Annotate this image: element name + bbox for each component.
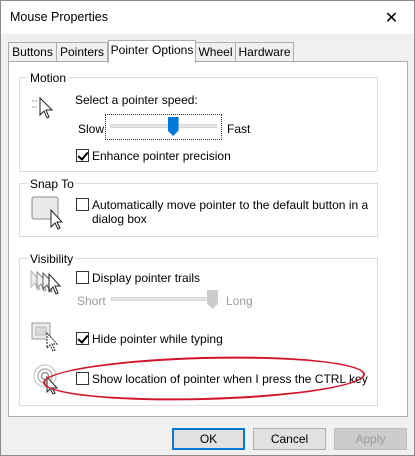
auto-move-pointer-checkbox[interactable] [76,198,89,211]
ok-button[interactable]: OK [172,428,245,450]
pointer-trails-label: Display pointer trails [92,271,201,285]
apply-button[interactable]: Apply [334,428,407,450]
short-label: Short [77,294,106,308]
close-button[interactable]: ✕ [369,1,414,34]
tab-buttons[interactable]: Buttons [8,42,57,62]
pointer-speed-track [110,124,217,128]
pointer-trails-track [111,297,218,301]
motion-group-label: Motion [28,71,69,85]
tab-hardware[interactable]: Hardware [235,42,294,62]
snap-to-group-label: Snap To [28,177,76,191]
enhance-precision-checkbox[interactable] [76,149,89,162]
cancel-button[interactable]: Cancel [253,428,326,450]
pointer-trails-thumb[interactable] [207,290,218,309]
slow-label: Slow [78,122,105,136]
window-title: Mouse Properties [10,10,108,24]
pointer-speed-slider[interactable] [105,114,222,140]
visibility-group-label: Visibility [28,252,76,266]
tab-wheel[interactable]: Wheel [195,42,236,62]
pointer-trails-slider[interactable] [109,290,220,312]
tab-pointer-options[interactable]: Pointer Options [108,40,196,63]
tab-strip: Buttons Pointers Pointer Options Wheel H… [8,40,408,63]
fast-label: Fast [227,122,251,136]
long-label: Long [226,294,253,308]
hide-pointer-checkbox[interactable] [76,332,89,345]
auto-move-label-line1: Automatically move pointer to the defaul… [92,198,369,212]
pointer-trails-checkbox[interactable] [76,271,89,284]
mouse-properties-window: Mouse Properties ✕ Buttons Pointers Poin… [0,0,415,456]
close-icon: ✕ [384,9,399,27]
auto-move-label-line2: dialog box [92,212,147,226]
pointer-trails-icon [30,269,62,295]
tab-pointers[interactable]: Pointers [56,42,108,62]
pointer-speed-icon [32,96,54,119]
title-bar: Mouse Properties ✕ [1,1,414,34]
hide-pointer-icon [31,322,59,352]
pointer-speed-label: Select a pointer speed: [75,93,198,107]
hide-pointer-label: Hide pointer while typing [92,332,223,346]
enhance-precision-label: Enhance pointer precision [92,149,231,163]
pointer-speed-thumb[interactable] [167,117,179,136]
snap-to-button-icon [31,196,64,230]
